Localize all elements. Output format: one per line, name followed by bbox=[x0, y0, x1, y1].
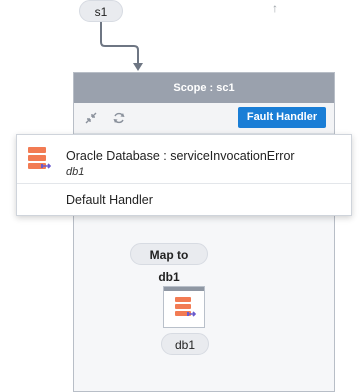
menu-item-service-invocation-error[interactable]: Oracle Database : serviceInvocationError… bbox=[17, 135, 351, 184]
menu-item-title: Oracle Database : serviceInvocationError bbox=[66, 149, 295, 163]
up-arrow-icon[interactable]: ↑ bbox=[272, 1, 278, 15]
scope-toolbar: Fault Handler bbox=[74, 103, 334, 134]
start-node[interactable]: s1 bbox=[79, 0, 123, 22]
fault-handler-button[interactable]: Fault Handler bbox=[238, 107, 326, 128]
menu-item-subtitle: db1 bbox=[66, 166, 85, 178]
menu-item-title: Default Handler bbox=[66, 193, 153, 207]
db-action-node[interactable] bbox=[163, 286, 205, 328]
collapse-arrows-icon[interactable] bbox=[84, 111, 98, 125]
scope-title: Scope : sc1 bbox=[74, 73, 334, 103]
node-top-bar bbox=[164, 287, 204, 291]
map-node[interactable]: Map to db1 bbox=[130, 243, 208, 284]
database-icon bbox=[175, 297, 197, 317]
database-icon bbox=[28, 147, 52, 169]
fault-handler-menu: Oracle Database : serviceInvocationError… bbox=[16, 134, 352, 216]
db-node-label[interactable]: db1 bbox=[161, 333, 209, 355]
menu-item-default-handler[interactable]: Default Handler bbox=[17, 184, 351, 216]
refresh-icon[interactable] bbox=[112, 111, 126, 125]
integration-canvas: s1 ↑ Scope : sc1 Fault Handler Map to db… bbox=[0, 0, 359, 392]
